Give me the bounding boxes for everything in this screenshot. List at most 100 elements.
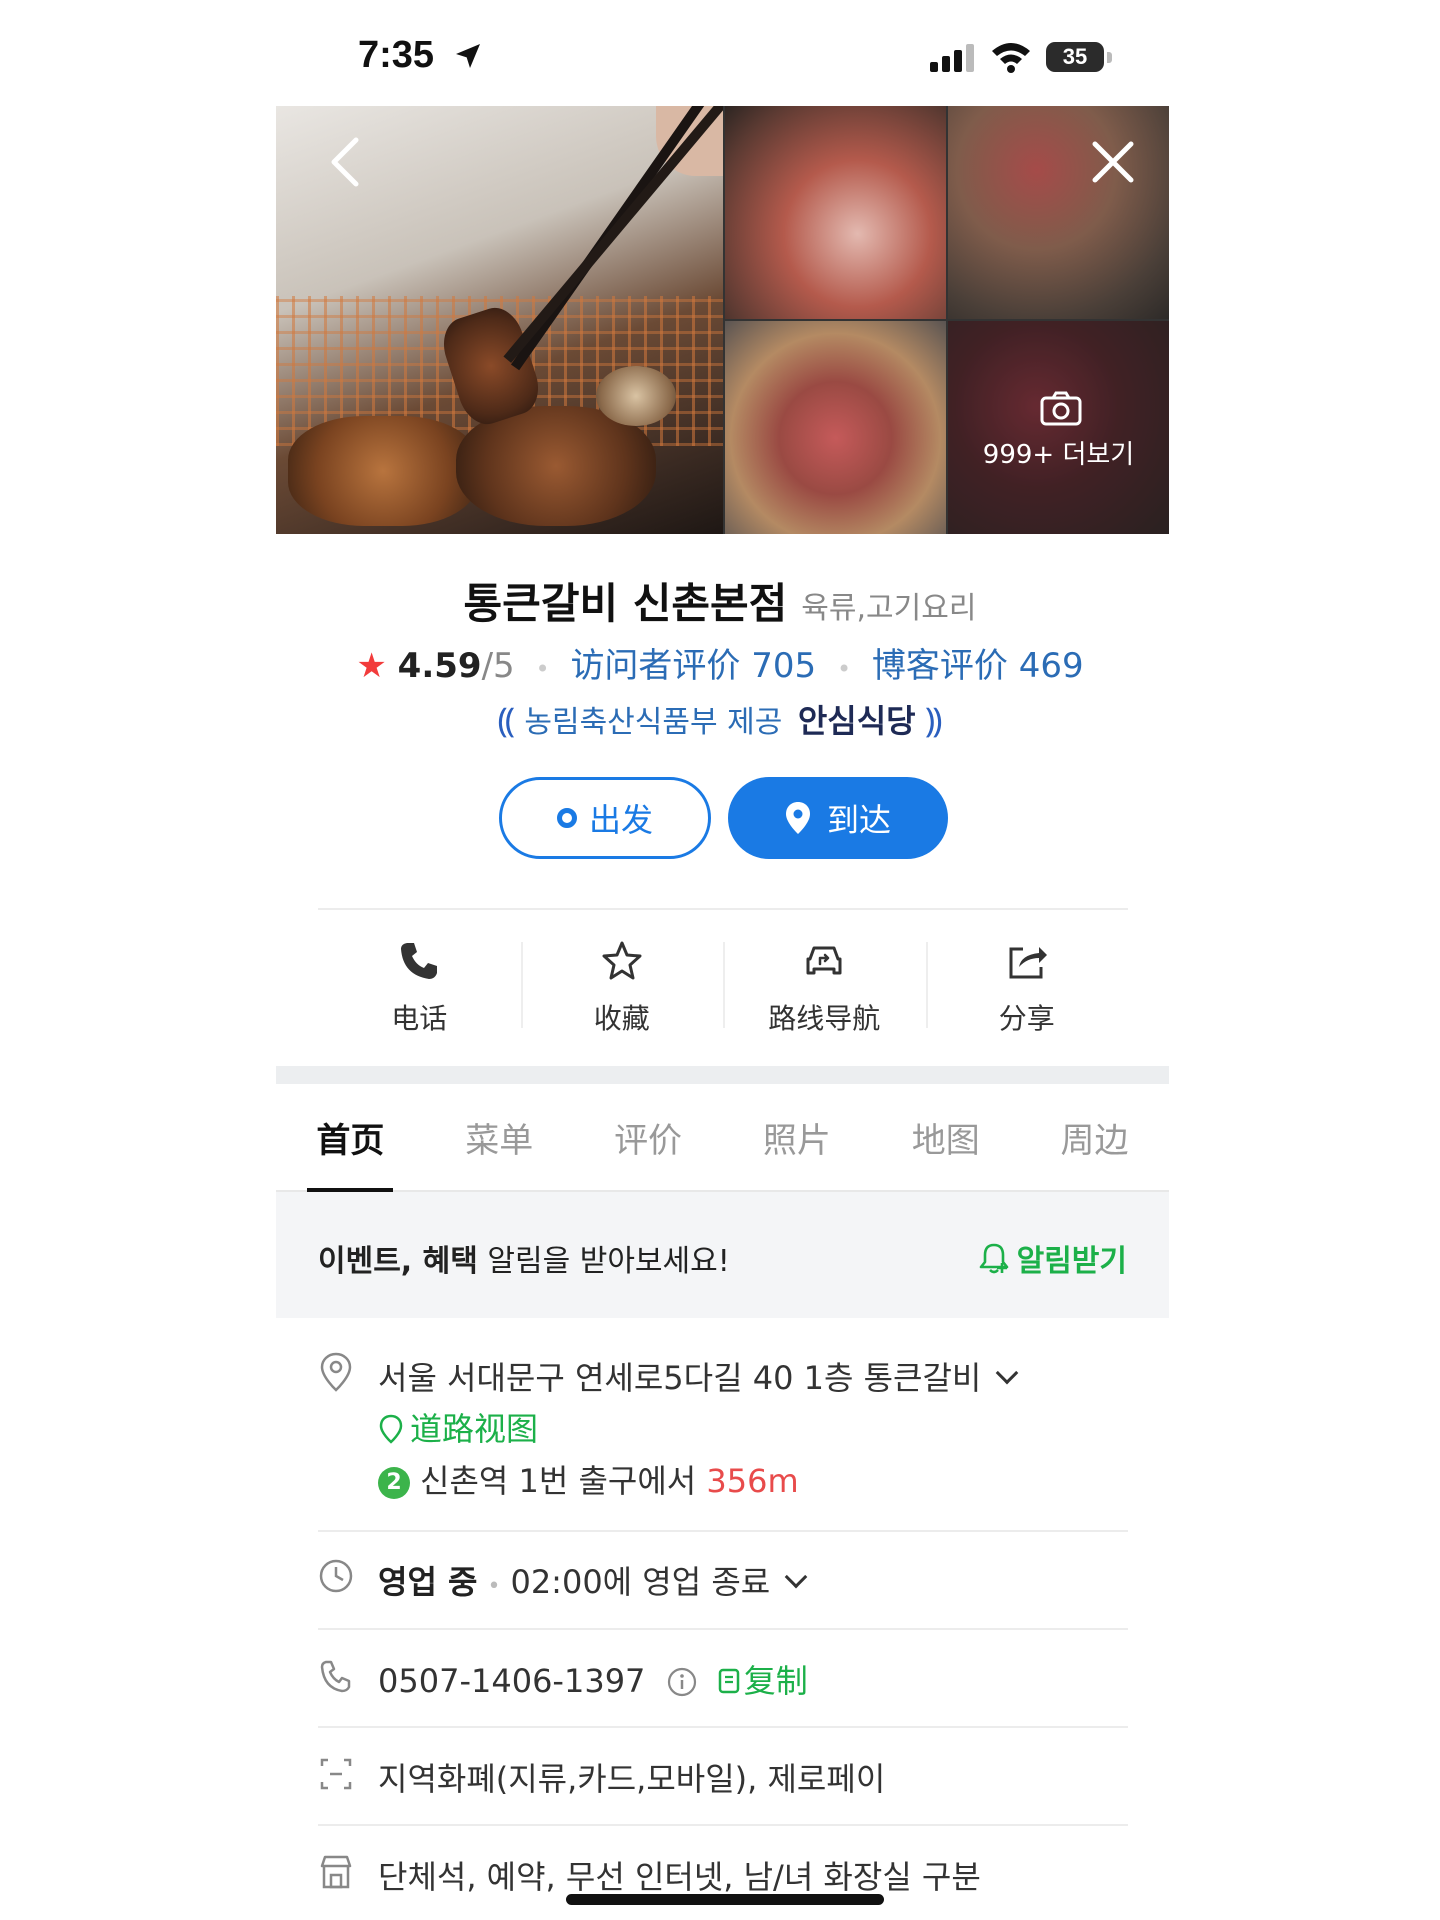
rating-max: /5 — [481, 646, 515, 686]
subway-line-badge: 2 — [378, 1467, 410, 1499]
chevron-down-icon — [784, 1565, 808, 1589]
action-label: 收藏 — [593, 1002, 650, 1035]
tab-nearby[interactable]: 周边 — [1020, 1084, 1169, 1190]
copy-button[interactable]: 复制 — [708, 1662, 808, 1700]
photo-gallery[interactable]: 999+ 더보기 — [276, 106, 1169, 534]
tab-reviews[interactable]: 评价 — [574, 1084, 723, 1190]
location-arrow-icon — [456, 44, 480, 68]
subscribe-alerts-label: 알림받기 — [1016, 1244, 1127, 1279]
safe-restaurant-badge[interactable]: ⸨ 농림축산식품부 제공 안심식당 ⸩ — [0, 696, 1440, 742]
close-icon[interactable] — [1091, 140, 1135, 184]
street-view-link[interactable]: 道路视图 — [378, 1404, 538, 1450]
back-chevron-icon[interactable] — [326, 136, 366, 188]
payment-scan-icon — [320, 1758, 352, 1790]
tab-map[interactable]: 地图 — [871, 1084, 1020, 1190]
photo-thumbnail[interactable] — [725, 321, 946, 534]
more-photos-overlay[interactable] — [948, 321, 1169, 534]
call-action[interactable]: 电话 — [318, 918, 521, 1058]
origin-dot-icon — [556, 808, 577, 828]
tab-bar: 首页 菜单 评价 照片 地图 周边 — [276, 1084, 1169, 1192]
share-icon — [1009, 947, 1047, 979]
meat-graphic — [288, 416, 478, 526]
action-label: 分享 — [998, 1002, 1055, 1035]
status-bar: 7:35 35 — [0, 0, 1440, 106]
divider — [318, 1726, 1128, 1728]
more-photos-label[interactable]: 999+ 더보기 — [948, 434, 1169, 471]
tab-photos[interactable]: 照片 — [722, 1084, 871, 1190]
visitor-reviews-link[interactable]: 访问者评价 705 — [570, 646, 816, 686]
home-indicator[interactable] — [566, 1894, 884, 1905]
arrive-button[interactable]: 到达 — [728, 777, 948, 859]
notice-bold: 이벤트, 혜택 — [318, 1244, 478, 1279]
subway-distance: 356m — [706, 1462, 799, 1500]
star-icon: ★ — [356, 646, 387, 686]
star-outline-icon — [602, 941, 642, 980]
address-row[interactable]: 서울 서대문구 연세로5다길 40 1층 통큰갈비 — [378, 1353, 1019, 1399]
place-name: 통큰갈비 신촌본점 — [463, 579, 788, 628]
battery-cap — [1107, 52, 1112, 63]
place-title-row: 통큰갈비 신촌본점 육류,고기요리 — [0, 570, 1440, 631]
badge-title: 안심식당 — [797, 702, 916, 740]
battery-icon: 35 — [1046, 42, 1104, 72]
mushroom-graphic — [596, 366, 676, 426]
notice-text: 이벤트, 혜택 알림을 받아보세요! — [318, 1236, 730, 1280]
wifi-icon — [992, 43, 1030, 73]
place-category: 육류,고기요리 — [801, 591, 977, 626]
badge-provider: 농림축산식품부 제공 — [524, 705, 783, 740]
tab-home[interactable]: 首页 — [276, 1084, 425, 1190]
separator-dot: • — [836, 655, 852, 683]
photo-thumbnail[interactable] — [725, 106, 946, 319]
car-route-icon — [806, 946, 842, 975]
notification-banner: 이벤트, 혜택 알림을 받아보세요! 알림받기 — [276, 1192, 1169, 1318]
divider — [318, 1628, 1128, 1630]
subway-row: 2 신촌역 1번 출구에서 356m — [378, 1456, 799, 1502]
action-row: 电话 收藏 路线导航 分享 — [318, 918, 1128, 1058]
arrive-label: 到达 — [826, 801, 891, 839]
notice-rest: 알림을 받아보세요! — [477, 1244, 730, 1279]
map-pin-icon — [785, 802, 810, 834]
depart-label: 出发 — [588, 801, 653, 839]
street-view-pin-icon — [379, 1414, 403, 1444]
address-text: 서울 서대문구 연세로5다길 40 1층 통큰갈비 — [378, 1359, 982, 1397]
phone-outline-icon — [320, 1660, 351, 1693]
clock-icon — [319, 1559, 353, 1593]
phone-icon — [401, 943, 438, 979]
info-circle-icon[interactable] — [666, 1666, 698, 1698]
action-label: 路线导航 — [768, 1002, 881, 1035]
separator-dot: • — [535, 655, 550, 683]
store-icon — [320, 1855, 352, 1889]
separator-dot: • — [487, 1574, 501, 1599]
facilities-text: 단체석, 예약, 무선 인터넷, 남/녀 화장실 구분 — [378, 1858, 981, 1896]
divider — [318, 908, 1128, 910]
payment-text: 지역화폐(지류,카드,모바일), 제로페이 — [378, 1760, 886, 1798]
rating-score: 4.59 — [397, 646, 482, 686]
bell-plus-icon — [979, 1243, 1008, 1274]
divider — [318, 1530, 1128, 1532]
subscribe-alerts-button[interactable]: 알림받기 — [977, 1236, 1127, 1280]
cellular-signal-icon — [930, 44, 974, 72]
divider — [318, 1824, 1128, 1826]
save-action[interactable]: 收藏 — [520, 918, 724, 1058]
hours-row[interactable]: 영업 중 • 02:00에 영업 종료 — [378, 1557, 808, 1603]
phone-row: 0507-1406-1397 复制 — [378, 1656, 808, 1702]
blog-reviews-link[interactable]: 博客评价 469 — [872, 646, 1084, 686]
laurel-left-icon: ⸨ — [497, 701, 515, 741]
location-pin-icon — [320, 1352, 352, 1392]
share-action[interactable]: 分享 — [925, 918, 1129, 1058]
camera-icon — [1040, 391, 1082, 426]
section-spacer — [276, 1066, 1169, 1084]
navigation-action[interactable]: 路线导航 — [723, 918, 926, 1058]
action-label: 电话 — [391, 1002, 448, 1035]
photo-thumbnail[interactable] — [948, 106, 1169, 319]
phone-number[interactable]: 0507-1406-1397 — [378, 1662, 645, 1700]
tab-menu[interactable]: 菜单 — [425, 1084, 574, 1190]
hours-status: 영업 중 — [378, 1563, 478, 1601]
copy-icon — [718, 1668, 739, 1694]
depart-button[interactable]: 出发 — [499, 777, 711, 859]
laurel-right-icon: ⸩ — [925, 701, 943, 741]
chevron-down-icon — [996, 1361, 1019, 1385]
hours-detail: 02:00에 영업 종료 — [510, 1563, 771, 1601]
rating-row: ★ 4.59/5 • 访问者评价 705 • 博客评价 469 — [0, 638, 1440, 687]
copy-label: 复制 — [743, 1662, 808, 1700]
street-view-label: 道路视图 — [410, 1410, 539, 1448]
